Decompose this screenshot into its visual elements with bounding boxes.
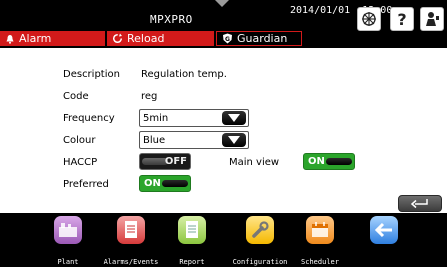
tab-reload-label: Reload <box>127 32 165 45</box>
haccp-label: HACCP <box>63 157 98 168</box>
wrench-icon <box>246 216 274 244</box>
nav-report[interactable]: Report <box>154 216 230 266</box>
svg-text:?: ? <box>397 10 406 28</box>
colour-label: Colour <box>63 135 96 146</box>
frequency-label: Frequency <box>63 113 115 124</box>
preferred-state: ON <box>144 178 161 189</box>
main-view-state: ON <box>308 156 325 167</box>
nav-report-label: Report <box>179 258 205 266</box>
guardian-icon: G <box>222 33 233 44</box>
scheduler-icon <box>306 216 334 244</box>
help-icon[interactable]: ? <box>390 7 414 31</box>
nav-back[interactable] <box>346 216 422 258</box>
colour-value: Blue <box>143 135 166 146</box>
colour-select[interactable]: Blue <box>139 131 249 149</box>
chevron-down-icon[interactable] <box>222 133 246 147</box>
preferred-toggle[interactable]: ON <box>139 175 191 192</box>
reload-icon <box>112 33 123 44</box>
tab-reload[interactable]: Reload <box>107 31 214 46</box>
system-icon[interactable] <box>357 7 381 31</box>
bell-icon <box>5 34 15 44</box>
enter-button[interactable] <box>398 195 442 212</box>
frequency-select[interactable]: 5min <box>139 109 249 127</box>
chevron-down-icon[interactable] <box>222 111 246 125</box>
code-value: reg <box>141 91 158 102</box>
enter-icon <box>410 194 430 213</box>
code-label: Code <box>63 91 89 102</box>
description-value: Regulation temp. <box>141 69 227 80</box>
alarms-events-icon <box>117 216 145 244</box>
report-icon <box>178 216 206 244</box>
tab-alarm-label: Alarm <box>19 32 52 45</box>
frequency-value: 5min <box>143 113 169 124</box>
main-view-toggle[interactable]: ON <box>303 153 355 170</box>
tab-alarm[interactable]: Alarm <box>0 31 105 46</box>
main-view-label: Main view <box>229 157 280 168</box>
app-title: MPXPRO <box>150 13 193 26</box>
tab-guardian[interactable]: G Guardian <box>216 31 302 46</box>
back-arrow-icon <box>370 216 398 244</box>
tab-guardian-label: Guardian <box>237 32 288 45</box>
haccp-state: OFF <box>164 156 187 167</box>
nav-scheduler-label: Scheduler <box>301 258 339 266</box>
preferred-label: Preferred <box>63 179 109 190</box>
plant-icon <box>54 216 82 244</box>
toggle-knob <box>326 158 352 165</box>
svg-text:G: G <box>225 36 230 43</box>
description-label: Description <box>63 69 120 80</box>
toggle-knob <box>162 180 188 187</box>
user-icon[interactable] <box>420 7 444 31</box>
haccp-toggle[interactable]: OFF <box>139 153 191 170</box>
